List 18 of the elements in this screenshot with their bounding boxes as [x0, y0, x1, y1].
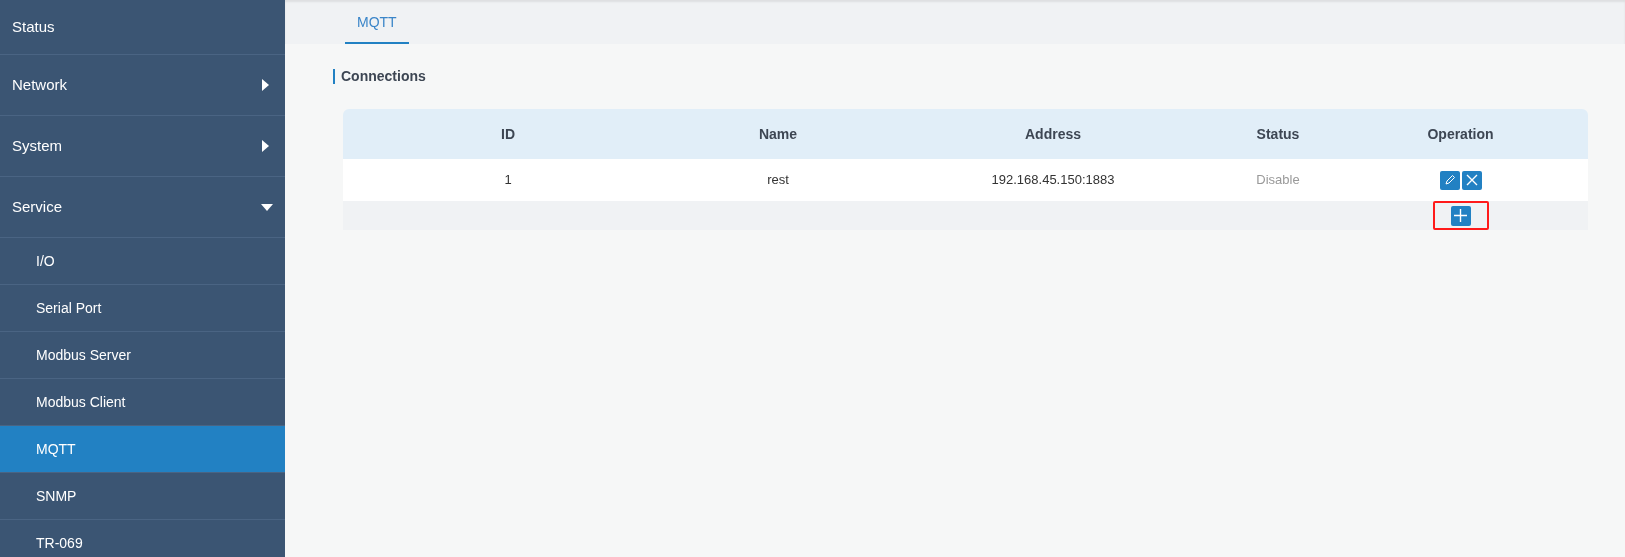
column-header: Status: [1256, 124, 1300, 144]
table-cell-text: rest: [767, 171, 789, 190]
column-header: Address: [1025, 124, 1081, 144]
table-cell-text: 192.168.45.150:1883: [991, 171, 1115, 190]
edit-button[interactable]: [1439, 170, 1460, 190]
sidebar-item[interactable]: MQTT: [0, 426, 285, 473]
add-button[interactable]: [1450, 205, 1471, 226]
column-header: Operation: [1427, 124, 1494, 144]
tab[interactable]: MQTT: [345, 0, 409, 44]
section-title: Connections: [341, 67, 426, 86]
close-icon: [1465, 174, 1478, 186]
column-header: Name: [758, 124, 798, 144]
table-cell-text: Disable: [1256, 171, 1300, 190]
pencil-icon: [1443, 174, 1456, 186]
column-header: ID: [501, 124, 515, 144]
plus-icon: [1454, 209, 1467, 222]
delete-button[interactable]: [1461, 170, 1482, 190]
table-cell-text: 1: [504, 171, 512, 190]
